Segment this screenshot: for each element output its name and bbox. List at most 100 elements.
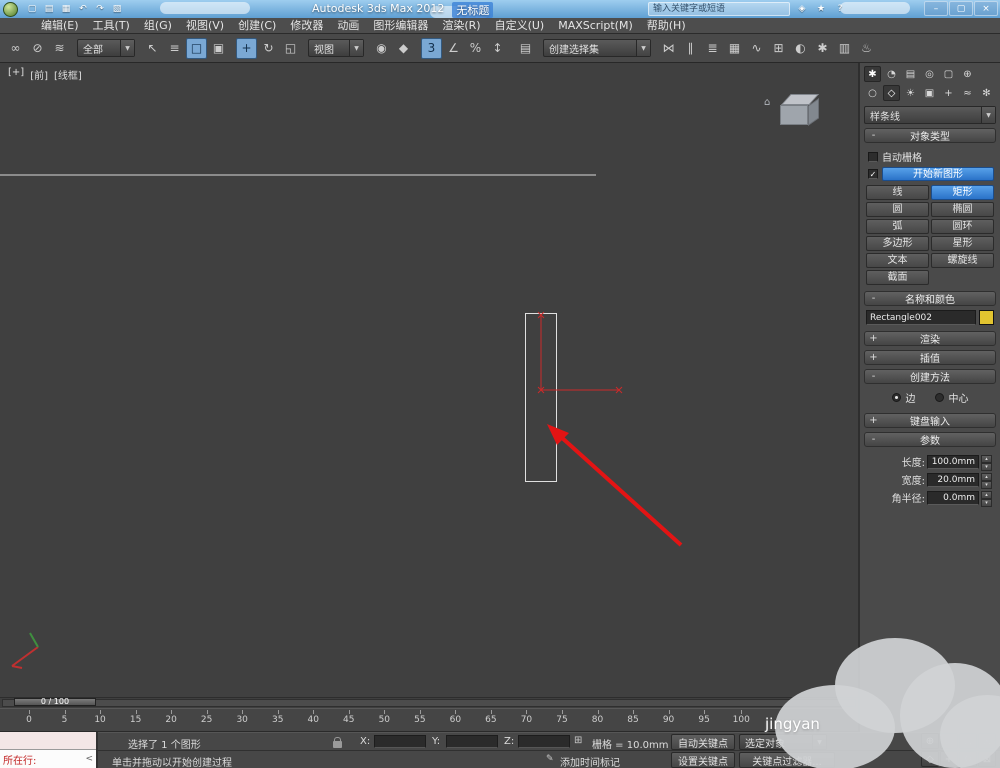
time-slider-handle[interactable]: 0 / 100 xyxy=(14,698,96,706)
pan-icon[interactable]: + xyxy=(940,751,958,767)
object-name-input[interactable] xyxy=(866,310,976,325)
menu-help[interactable]: 帮助(H) xyxy=(640,18,693,33)
rollout-object-type[interactable]: 对象类型 xyxy=(864,128,996,143)
ellipse-button[interactable]: 椭圆 xyxy=(931,202,994,217)
render-production-icon[interactable]: ♨ xyxy=(856,38,877,59)
spinner-up-icon[interactable] xyxy=(981,472,992,481)
time-slider-track[interactable] xyxy=(2,699,856,707)
selection-set-dropdown[interactable]: 选定对象 xyxy=(739,734,827,750)
z-coordinate-field[interactable] xyxy=(518,735,570,748)
viewport-view-menu[interactable]: [前] xyxy=(30,67,48,82)
spinner-down-icon[interactable] xyxy=(981,498,992,507)
mirror-icon[interactable]: ⋈ xyxy=(658,38,679,59)
edit-named-selections-icon[interactable]: ▤ xyxy=(515,38,536,59)
auto-key-button[interactable]: 自动关键点 xyxy=(671,734,735,750)
category-helpers[interactable]: + xyxy=(940,85,957,101)
spinner-down-icon[interactable] xyxy=(981,462,992,471)
creation-method-edge-radio[interactable] xyxy=(891,393,901,402)
project-folder-icon[interactable]: ▧ xyxy=(109,2,125,17)
helix-button[interactable]: 螺旋线 xyxy=(931,253,994,268)
menu-modifiers[interactable]: 修改器 xyxy=(283,18,330,33)
y-coordinate-field[interactable] xyxy=(446,735,498,748)
reference-coordinate-dropdown[interactable]: 视图 xyxy=(308,39,364,57)
viewport-general-menu[interactable]: [+] xyxy=(8,67,24,82)
autogrid-checkbox[interactable]: 自动栅格 xyxy=(868,149,994,164)
length-input[interactable]: 100.0mm xyxy=(927,454,979,469)
maximize-button[interactable]: ▢ xyxy=(949,1,973,16)
spinner-snap-icon[interactable]: ↕ xyxy=(487,38,508,59)
window-crossing-icon[interactable]: ▣ xyxy=(208,38,229,59)
tab-hierarchy[interactable]: ▤ xyxy=(902,66,919,82)
unlink-selection-icon[interactable]: ⊘ xyxy=(27,38,48,59)
shape-type-dropdown[interactable]: 样条线 xyxy=(864,106,996,124)
menu-edit[interactable]: 编辑(E) xyxy=(34,18,86,33)
select-and-manipulate-icon[interactable]: ◆ xyxy=(393,38,414,59)
select-and-rotate-icon[interactable]: ↻ xyxy=(258,38,279,59)
menu-animation[interactable]: 动画 xyxy=(330,18,366,33)
infocenter-search-input[interactable] xyxy=(648,2,790,16)
corner-radius-spinner[interactable] xyxy=(981,490,992,507)
time-slider[interactable]: 0 / 100 xyxy=(0,697,858,708)
field-of-view-icon[interactable]: ◇ xyxy=(921,751,939,767)
length-spinner[interactable] xyxy=(981,454,992,471)
save-file-icon[interactable]: ▦ xyxy=(58,2,74,17)
maxscript-mini-listener[interactable]: 所在行: < xyxy=(0,732,98,768)
menu-graph-editors[interactable]: 图形编辑器 xyxy=(366,18,435,33)
snap-toggle-3d-icon[interactable]: 3 xyxy=(421,37,442,59)
tab-utilities[interactable]: ⊕ xyxy=(959,66,976,82)
arc-button[interactable]: 弧 xyxy=(866,219,929,234)
menu-rendering[interactable]: 渲染(R) xyxy=(435,18,487,33)
category-shapes[interactable]: ◇ xyxy=(883,85,900,101)
orbit-icon[interactable]: ↻ xyxy=(959,751,977,767)
zoom-extents-icon[interactable]: ⊡ xyxy=(959,733,977,749)
donut-button[interactable]: 圆环 xyxy=(931,219,994,234)
text-button[interactable]: 文本 xyxy=(866,253,929,268)
tab-display[interactable]: ▢ xyxy=(940,66,957,82)
select-object-icon[interactable]: ↖ xyxy=(142,38,163,59)
close-button[interactable]: × xyxy=(974,1,998,16)
menu-customize[interactable]: 自定义(U) xyxy=(488,18,552,33)
home-icon[interactable]: ⌂ xyxy=(764,97,770,108)
category-systems[interactable]: ✻ xyxy=(978,85,995,101)
x-coordinate-field[interactable] xyxy=(374,735,426,748)
rollout-parameters[interactable]: 参数 xyxy=(864,432,996,447)
zoom-extents-all-icon[interactable]: ⊞ xyxy=(978,733,996,749)
menu-maxscript[interactable]: MAXScript(M) xyxy=(551,18,640,33)
minimize-button[interactable]: – xyxy=(924,1,948,16)
width-input[interactable]: 20.0mm xyxy=(927,472,979,487)
communication-center-icon[interactable]: ◈ xyxy=(794,1,810,16)
category-geometry[interactable]: ○ xyxy=(864,85,881,101)
spinner-up-icon[interactable] xyxy=(981,454,992,463)
line-button[interactable]: 线 xyxy=(866,185,929,200)
start-new-shape-checkbox[interactable] xyxy=(868,169,878,179)
set-key-button[interactable]: 设置关键点 xyxy=(671,752,735,768)
category-cameras[interactable]: ▣ xyxy=(921,85,938,101)
start-new-shape-button[interactable]: 开始新图形 xyxy=(882,167,994,181)
graphite-modeling-icon[interactable]: ▦ xyxy=(724,38,745,59)
category-lights[interactable]: ☀ xyxy=(902,85,919,101)
select-by-name-icon[interactable]: ≡ xyxy=(164,38,185,59)
bind-to-space-warp-icon[interactable]: ≋ xyxy=(49,38,70,59)
listener-row[interactable]: 所在行: < xyxy=(0,750,96,768)
open-file-icon[interactable]: ▤ xyxy=(41,2,57,17)
rollout-creation-method[interactable]: 创建方法 xyxy=(864,369,996,384)
section-button[interactable]: 截面 xyxy=(866,270,929,285)
absolute-mode-icon[interactable] xyxy=(574,735,582,746)
redo-icon[interactable]: ↷ xyxy=(92,2,108,17)
layer-manager-icon[interactable]: ≣ xyxy=(702,38,723,59)
track-bar[interactable]: 0 5 10 15 20 25 30 35 40 45 50 55 60 65 70 75 80 85 90 95 10… xyxy=(0,708,858,732)
time-tag-icon[interactable] xyxy=(546,753,554,764)
rectangle-button[interactable]: 矩形 xyxy=(931,185,994,200)
corner-radius-input[interactable]: 0.0mm xyxy=(927,490,979,505)
select-and-move-icon[interactable]: + xyxy=(236,37,257,59)
schematic-view-icon[interactable]: ⊞ xyxy=(768,38,789,59)
render-setup-icon[interactable]: ✱ xyxy=(812,38,833,59)
front-viewport[interactable]: [+] [前] [线框] ⌂ xyxy=(0,63,858,697)
use-pivot-point-icon[interactable]: ◉ xyxy=(371,38,392,59)
viewport-shading-menu[interactable]: [线框] xyxy=(54,67,82,82)
creation-method-center-radio[interactable] xyxy=(934,393,944,402)
menu-tools[interactable]: 工具(T) xyxy=(86,18,137,33)
select-and-link-icon[interactable]: ∞ xyxy=(5,38,26,59)
menu-group[interactable]: 组(G) xyxy=(137,18,179,33)
circle-button[interactable]: 圆 xyxy=(866,202,929,217)
